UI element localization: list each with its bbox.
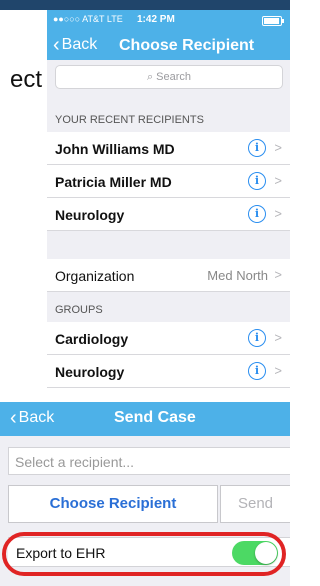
groups-header: GROUPS: [47, 292, 290, 322]
organization-value: Med North: [207, 268, 268, 283]
recipient-row[interactable]: John Williams MD i >: [47, 132, 290, 165]
choose-recipient-screen: ●●○○○ AT&T LTE 1:42 PM ‹ Back Choose Rec…: [47, 10, 290, 402]
send-button[interactable]: Send: [220, 485, 290, 523]
chevron-left-icon: ‹: [10, 407, 17, 429]
organization-label: Organization: [55, 268, 135, 284]
organization-row[interactable]: Organization Med North >: [47, 259, 290, 292]
group-name: Neurology: [55, 364, 125, 380]
chevron-right-icon: >: [274, 363, 282, 378]
info-icon[interactable]: i: [248, 172, 266, 190]
info-icon[interactable]: i: [248, 139, 266, 157]
send-case-body: Select a recipient... Choose Recipient S…: [0, 436, 290, 586]
recent-recipients-header: YOUR RECENT RECIPIENTS: [47, 94, 290, 132]
chevron-right-icon: >: [274, 267, 282, 282]
group-name: Cardiology: [55, 331, 129, 347]
back-button[interactable]: ‹ Back: [10, 407, 55, 429]
chevron-right-icon: >: [274, 140, 282, 155]
recipient-input[interactable]: Select a recipient...: [8, 447, 290, 475]
choose-recipient-navbar: ‹ Back Choose Recipient: [47, 30, 290, 60]
section-spacer: [47, 231, 290, 259]
search-input[interactable]: ⌕ Search: [55, 65, 283, 89]
info-icon[interactable]: i: [248, 362, 266, 380]
back-label: Back: [18, 409, 55, 426]
highlight-annotation: [2, 532, 286, 576]
search-bar: ⌕ Search: [47, 60, 290, 94]
chevron-right-icon: >: [274, 173, 282, 188]
chevron-right-icon: >: [274, 330, 282, 345]
search-icon: ⌕: [146, 70, 154, 83]
chevron-right-icon: >: [274, 206, 282, 221]
send-case-navbar: ‹ Back Send Case: [0, 402, 290, 436]
recipient-name: Patricia Miller MD: [55, 174, 172, 190]
recipient-name: Neurology: [55, 207, 125, 223]
info-icon[interactable]: i: [248, 205, 266, 223]
choose-recipient-button[interactable]: Choose Recipient: [8, 485, 218, 523]
status-time: 1:42 PM: [137, 14, 175, 25]
chevron-left-icon: ‹: [53, 34, 60, 56]
page-title: Choose Recipient: [119, 37, 255, 54]
recipient-name: John Williams MD: [55, 141, 175, 157]
recipient-row[interactable]: Patricia Miller MD i >: [47, 165, 290, 198]
battery-icon: [262, 16, 284, 26]
recipient-row[interactable]: Neurology i >: [47, 198, 290, 231]
info-icon[interactable]: i: [248, 329, 266, 347]
slide-top-bar: [0, 0, 290, 10]
page-title: Send Case: [114, 409, 196, 426]
action-buttons: Choose Recipient Send: [8, 485, 290, 523]
group-row[interactable]: Neurology i >: [47, 355, 290, 388]
send-case-screen: ‹ Back Send Case Select a recipient... C…: [0, 402, 290, 586]
carrier-label: ●●○○○ AT&T LTE: [53, 14, 123, 24]
back-label: Back: [61, 36, 98, 53]
search-placeholder: Search: [156, 71, 192, 83]
group-row[interactable]: Cardiology i >: [47, 322, 290, 355]
back-button[interactable]: ‹ Back: [53, 34, 98, 56]
slide-text-fragment-top: ect: [10, 66, 43, 93]
status-bar: ●●○○○ AT&T LTE 1:42 PM: [47, 10, 290, 30]
